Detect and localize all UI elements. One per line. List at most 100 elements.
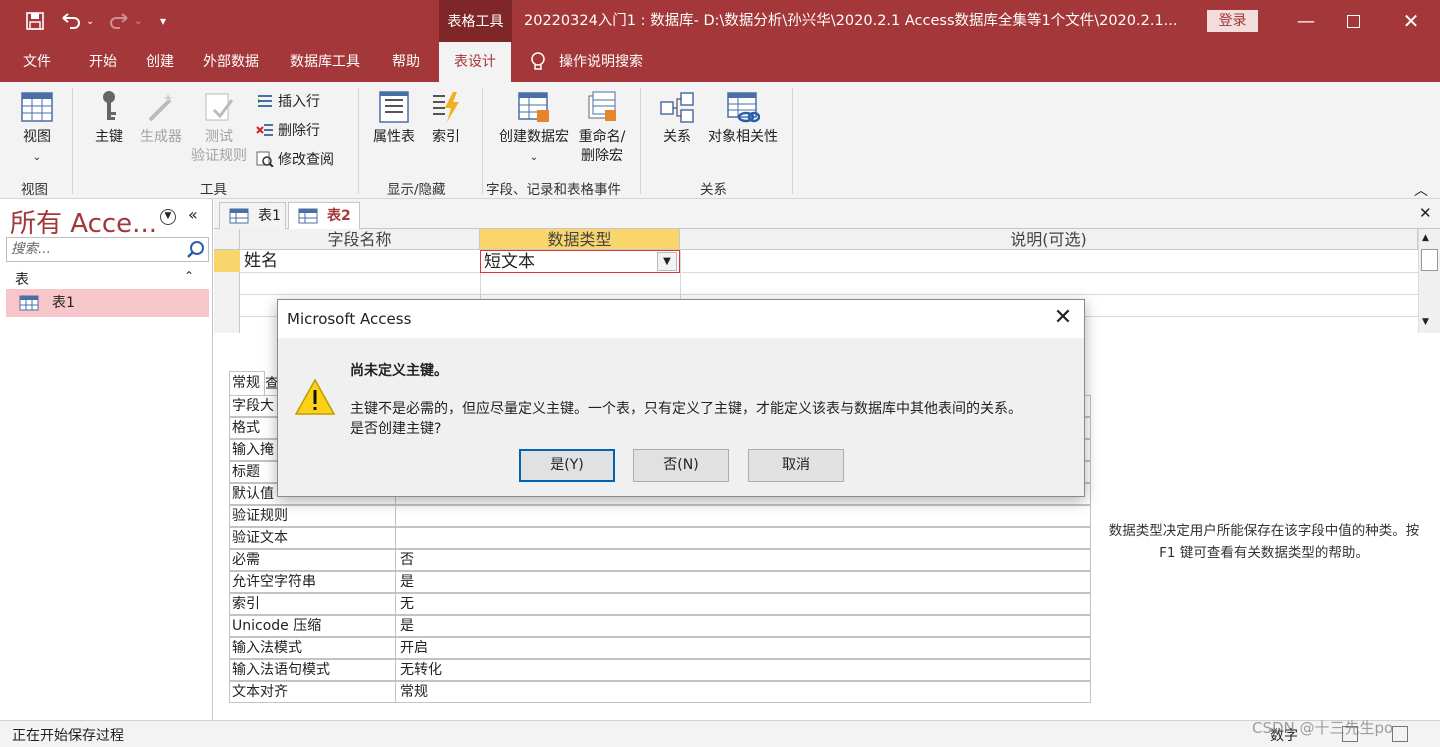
data-type-select[interactable]: 短文本 ▼ (480, 250, 680, 273)
property-value[interactable]: 是 (398, 616, 414, 636)
key-icon (103, 91, 116, 120)
nav-menu-icon[interactable]: ▼ (160, 209, 176, 225)
login-button[interactable]: 登录 (1207, 10, 1258, 32)
wand-icon (148, 93, 173, 122)
tab-file[interactable]: 文件 (23, 42, 51, 82)
maximize-icon[interactable] (1330, 0, 1376, 42)
property-name: Unicode 压缩 (230, 616, 396, 636)
row-selectors (214, 272, 240, 333)
save-icon[interactable] (25, 0, 45, 42)
primary-key-dialog: Microsoft Access ✕ 尚未定义主键。 主键不是必需的，但应尽量定… (277, 299, 1085, 497)
shutter-bar-icon[interactable]: « (188, 205, 198, 224)
nav-title[interactable]: 所有 Acce... (10, 203, 160, 240)
delete-row-button[interactable]: 删除行 (256, 120, 320, 140)
tab-database-tools[interactable]: 数据库工具 (290, 42, 360, 82)
property-row[interactable]: 允许空字符串是 (229, 571, 1091, 593)
object-dependencies-button[interactable]: 对象相关性 (704, 90, 782, 147)
property-row[interactable]: 输入法模式 开启 (229, 637, 1091, 659)
design-view-icon[interactable] (1392, 726, 1408, 742)
grid-scrollbar[interactable]: ▲ ▼ (1418, 229, 1440, 333)
table-icon (298, 208, 318, 224)
table-icon (229, 208, 249, 224)
property-sheet-button[interactable]: 属性表 (370, 90, 418, 147)
collapse-group-icon[interactable]: ⌃ (184, 269, 194, 283)
field-name-cell[interactable]: 姓名 (244, 250, 278, 272)
dialog-question: 是否创建主键? (350, 421, 442, 437)
scroll-up-icon[interactable]: ▲ (1422, 233, 1429, 243)
property-row[interactable]: 索引无 (229, 593, 1091, 615)
relationships-icon (660, 92, 694, 123)
tab-home[interactable]: 开始 (89, 42, 117, 82)
table-icon (19, 295, 39, 311)
minimize-icon[interactable]: — (1283, 0, 1329, 42)
warning-icon (294, 378, 336, 415)
indexes-icon (433, 92, 459, 122)
test-validation-button[interactable]: 测试 验证规则 (189, 90, 249, 166)
yes-button[interactable]: 是(Y) (519, 449, 615, 482)
insert-row-icon (258, 95, 272, 107)
window-title: 20220324入门1 : 数据库- D:\数据分析\孙兴华\2020.2.1 … (524, 13, 1178, 29)
property-row[interactable]: 必需否 (229, 549, 1091, 571)
scroll-down-icon[interactable]: ▼ (1422, 317, 1429, 327)
property-row[interactable]: 验证文本 (229, 527, 1091, 549)
property-name: 文本对齐 (230, 682, 396, 702)
scroll-thumb[interactable] (1421, 249, 1438, 271)
nav-group-header[interactable]: 表 (15, 269, 29, 289)
close-icon[interactable]: ✕ (1388, 0, 1434, 42)
property-name: 验证文本 (230, 528, 396, 548)
dialog-close-icon[interactable]: ✕ (1050, 306, 1076, 332)
group-label-tools: 工具 (200, 182, 227, 198)
customize-qat-icon[interactable]: ▾ (160, 0, 166, 42)
create-data-macros-button[interactable]: 创建数据宏 ⌄ (495, 90, 573, 167)
status-text: 正在开始保存过程 (12, 728, 124, 744)
doc-tab-table2[interactable]: 表2 (288, 202, 360, 230)
help-text: 数据类型决定用户所能保存在该字段中值的种类。按 F1 键可查看有关数据类型的帮助… (1108, 523, 1420, 561)
tab-external-data[interactable]: 外部数据 (203, 42, 259, 82)
collapse-ribbon-icon[interactable]: ︿ (1414, 180, 1428, 200)
data-macro-icon (518, 92, 549, 122)
nav-item-table1[interactable]: 表1 (6, 289, 209, 317)
property-row[interactable]: 文本对齐 常规 (229, 681, 1091, 703)
property-value[interactable]: 常规 (398, 682, 428, 702)
property-row[interactable]: Unicode 压缩是 (229, 615, 1091, 637)
tell-me-search[interactable]: 操作说明搜索 (529, 42, 643, 82)
dependencies-icon (727, 92, 760, 123)
property-value[interactable]: 开启 (398, 638, 428, 658)
close-document-icon[interactable]: ✕ (1419, 204, 1432, 222)
property-value[interactable]: 是 (398, 572, 414, 592)
redo-icon[interactable]: ⌄ (108, 0, 142, 42)
undo-icon[interactable]: ⌄ (60, 0, 94, 42)
indexes-button[interactable]: 索引 (428, 90, 464, 147)
search-icon[interactable] (186, 237, 209, 262)
property-row[interactable]: 输入法语句模式 无转化 (229, 659, 1091, 681)
no-button[interactable]: 否(N) (633, 449, 729, 482)
header-data-type: 数据类型 (480, 229, 680, 250)
document-tabs: 表1 表2 ✕ (214, 199, 1440, 230)
contextual-tab-label: 表格工具 (439, 0, 512, 42)
property-row[interactable]: 验证规则 (229, 505, 1091, 527)
watermark: CSDN @十三先生po (1252, 719, 1394, 737)
view-button[interactable]: 视图 ⌄ (18, 90, 56, 167)
property-value[interactable]: 无 (398, 594, 414, 614)
title-bar: ⌄ ⌄ ▾ 表格工具 20220324入门1 : 数据库- D:\数据分析\孙兴… (0, 0, 1440, 42)
insert-row-button[interactable]: 插入行 (256, 91, 320, 111)
tab-table-design[interactable]: 表设计 (439, 42, 511, 82)
row-selector[interactable] (214, 250, 240, 272)
tab-create[interactable]: 创建 (146, 42, 174, 82)
doc-tab-table1[interactable]: 表1 (219, 202, 286, 229)
tab-general[interactable]: 常规 (229, 371, 265, 395)
cancel-button[interactable]: 取消 (748, 449, 844, 482)
ribbon: 视图 ⌄ 视图 主键 生成器 测试 验证规则 插入行 删除行 修改查阅 工具 属性表… (0, 82, 1440, 199)
dropdown-arrow-icon[interactable]: ▼ (657, 252, 677, 271)
rename-delete-macro-button[interactable]: 重命名/删除宏 (575, 90, 629, 166)
builder-button[interactable]: 生成器 (136, 90, 186, 147)
group-label-relationships: 关系 (700, 182, 727, 198)
property-value[interactable]: 否 (398, 550, 414, 570)
modify-lookup-button[interactable]: 修改查阅 (256, 149, 334, 169)
primary-key-button[interactable]: 主键 (92, 90, 126, 147)
nav-search-input[interactable]: 搜索... (6, 237, 187, 262)
property-value[interactable]: 无转化 (398, 660, 442, 680)
relationships-button[interactable]: 关系 (660, 90, 694, 147)
tab-help[interactable]: 帮助 (392, 42, 420, 82)
property-name: 允许空字符串 (230, 572, 396, 592)
